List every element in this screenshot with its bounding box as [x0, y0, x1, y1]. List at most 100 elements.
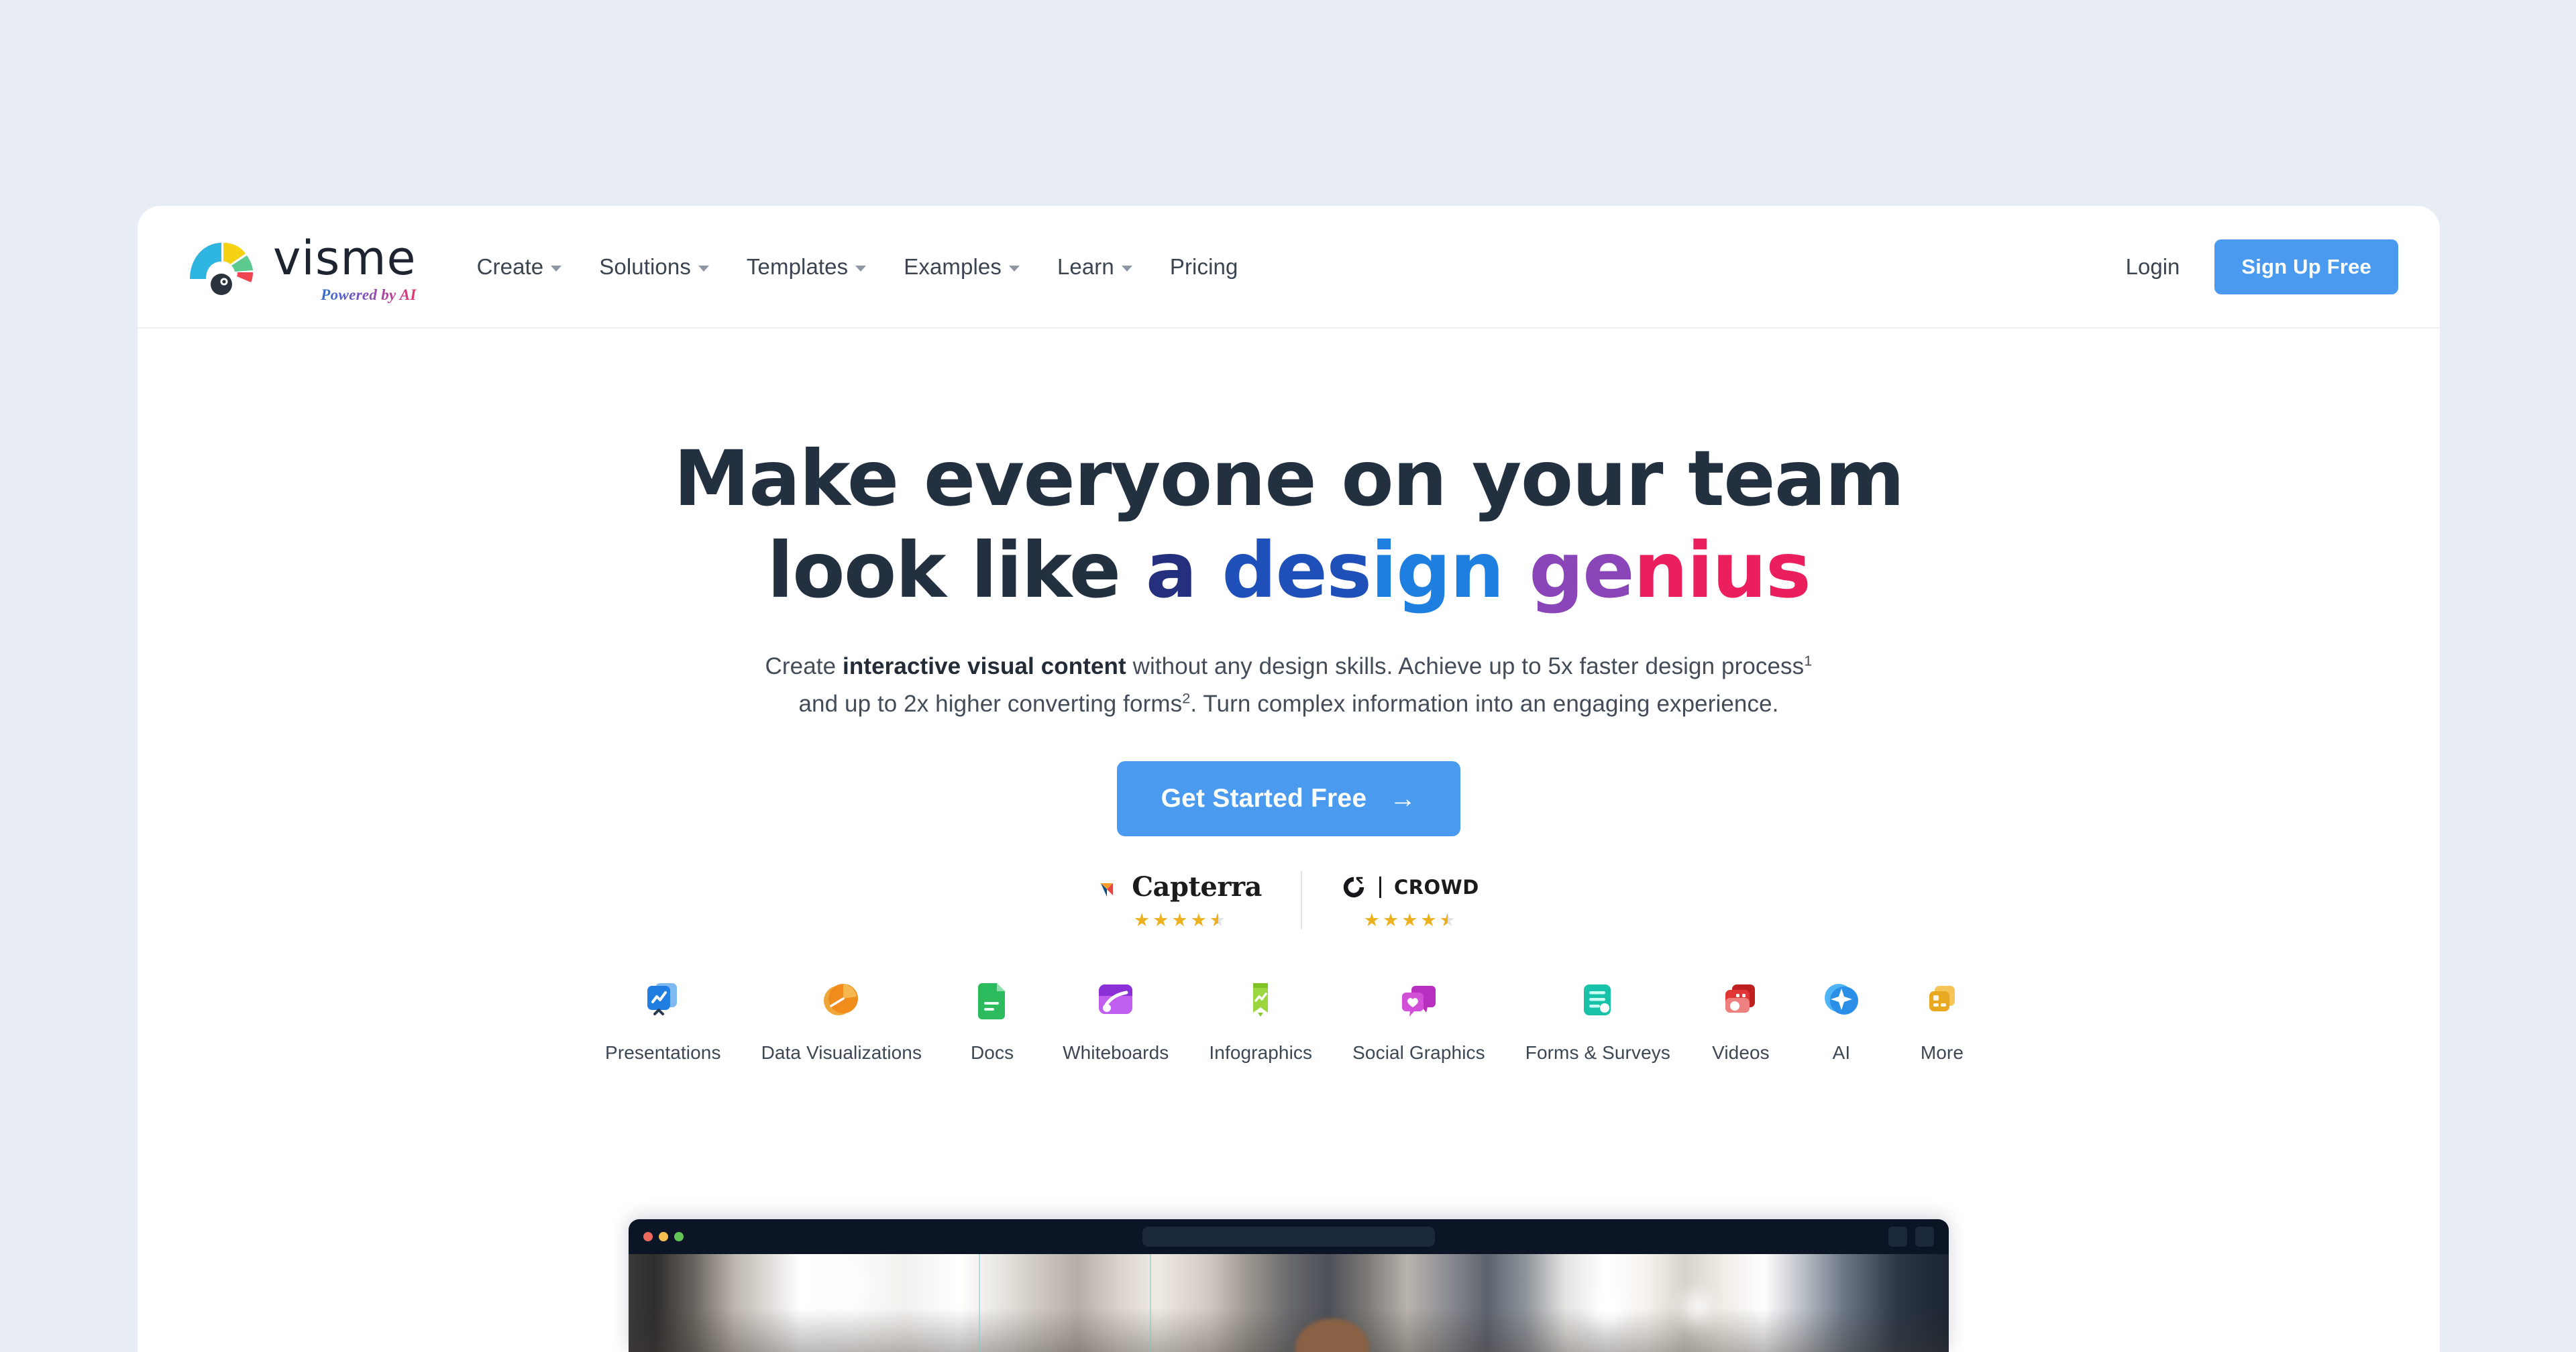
- subtitle-line2-post: . Turn complex information into an engag…: [1190, 691, 1779, 718]
- cta-container: Get Started Free →: [138, 760, 2440, 836]
- browser-viewport-image: [629, 1254, 1949, 1352]
- category-row: Presentations Data Visualizations Docs W…: [138, 978, 2440, 1064]
- whiteboards-icon: [1092, 978, 1139, 1025]
- chevron-down-icon: [1008, 266, 1020, 272]
- category-whiteboards[interactable]: Whiteboards: [1042, 978, 1189, 1064]
- login-link[interactable]: Login: [2126, 254, 2180, 280]
- nav-item-examples[interactable]: Examples: [885, 254, 1038, 280]
- category-label: More: [1920, 1041, 1964, 1063]
- category-label: Whiteboards: [1063, 1041, 1169, 1063]
- g2-crowd-wordmark: CROWD: [1393, 875, 1479, 899]
- get-started-free-button[interactable]: Get Started Free →: [1116, 760, 1461, 836]
- category-label: Forms & Surveys: [1525, 1041, 1670, 1063]
- review-badges: Capterra ★★★★★ CROWD ★★★★★: [138, 870, 2440, 930]
- nav-item-pricing[interactable]: Pricing: [1151, 254, 1257, 280]
- videos-icon: [1717, 978, 1764, 1025]
- chevron-down-icon: [551, 266, 562, 272]
- category-forms-surveys[interactable]: Forms & Surveys: [1505, 978, 1690, 1064]
- brand-logo[interactable]: visme Powered by AI: [186, 229, 417, 304]
- minimize-dot-icon[interactable]: [659, 1232, 668, 1241]
- cta-label: Get Started Free: [1161, 783, 1367, 813]
- visme-chameleon-logo-icon: [186, 235, 258, 296]
- headline-plain: look like: [767, 525, 1146, 615]
- logo-divider: [1379, 876, 1381, 898]
- presentations-icon: [639, 978, 686, 1025]
- half-star-icon: ★: [1440, 911, 1456, 929]
- main-navigation: Create Solutions Templates Examples Lear…: [458, 254, 1257, 280]
- star-icon: ★: [1363, 909, 1381, 930]
- traffic-lights: [643, 1232, 684, 1241]
- browser-mockup: [629, 1219, 1949, 1352]
- browser-url-input[interactable]: [1142, 1227, 1435, 1247]
- badge-g2-crowd[interactable]: CROWD ★ ★ ★ ★ ★: [1300, 870, 1518, 930]
- chevron-down-icon: [698, 266, 709, 272]
- chevron-down-icon: [1121, 266, 1132, 272]
- site-header: visme Powered by AI Create Solutions Tem…: [138, 206, 2440, 329]
- star-icon: ★: [1190, 909, 1208, 930]
- category-ai[interactable]: AI: [1791, 978, 1892, 1064]
- badge-capterra[interactable]: Capterra ★ ★ ★ ★ ★: [1059, 871, 1301, 929]
- nav-item-templates[interactable]: Templates: [728, 254, 885, 280]
- more-icon: [1919, 978, 1966, 1025]
- browser-window-buttons: [1888, 1227, 1934, 1247]
- headline-line-1: Make everyone on your team: [674, 434, 1904, 523]
- subtitle-post: without any design skills. Achieve up to…: [1126, 653, 1805, 679]
- nav-label: Examples: [904, 253, 1002, 279]
- category-infographics[interactable]: Infographics: [1189, 978, 1332, 1064]
- subtitle-line2-pre: and up to 2x higher converting forms: [798, 691, 1183, 718]
- category-label: Social Graphics: [1352, 1041, 1485, 1063]
- star-icon: ★: [1152, 909, 1170, 930]
- subtitle-pre: Create: [765, 653, 843, 679]
- category-label: Docs: [970, 1041, 1014, 1063]
- headline-line-2: look like a design genius: [138, 525, 2440, 617]
- g2-crowd-logo: CROWD: [1341, 871, 1479, 903]
- browser-button-2[interactable]: [1915, 1227, 1934, 1247]
- category-more[interactable]: More: [1892, 978, 1992, 1064]
- hero-subtitle: Create interactive visual content withou…: [138, 648, 2440, 724]
- capterra-wordmark: Capterra: [1132, 871, 1262, 903]
- star-icon: ★: [1420, 909, 1438, 930]
- category-social-graphics[interactable]: Social Graphics: [1332, 978, 1505, 1064]
- headline-ign: ign: [1371, 525, 1529, 615]
- brand-tagline: Powered by AI: [273, 286, 417, 304]
- header-actions: Login Sign Up Free: [2126, 239, 2398, 294]
- signup-free-button[interactable]: Sign Up Free: [2214, 239, 2398, 294]
- star-icon: ★: [1134, 909, 1151, 930]
- nav-item-create[interactable]: Create: [458, 254, 581, 280]
- capterra-logo-icon: [1101, 883, 1114, 897]
- nav-label: Solutions: [599, 253, 691, 279]
- headline-ge: ge: [1529, 525, 1634, 615]
- half-star-icon: ★: [1210, 911, 1226, 929]
- category-label: Data Visualizations: [761, 1041, 922, 1063]
- browser-chrome-bar: [629, 1219, 1949, 1254]
- category-label: Videos: [1712, 1041, 1770, 1063]
- capterra-star-rating: ★ ★ ★ ★ ★: [1134, 911, 1226, 929]
- data-visualizations-icon: [818, 978, 865, 1025]
- hero-section: Make everyone on your team look like a d…: [138, 329, 2440, 1064]
- star-icon: ★: [1171, 909, 1189, 930]
- maximize-dot-icon[interactable]: [674, 1232, 684, 1241]
- star-icon: ★: [1401, 909, 1419, 930]
- category-docs[interactable]: Docs: [942, 978, 1042, 1064]
- nav-label: Templates: [746, 253, 849, 279]
- social-graphics-icon: [1395, 978, 1442, 1025]
- footnote-marker-1: 1: [1804, 651, 1813, 669]
- nav-item-learn[interactable]: Learn: [1038, 254, 1151, 280]
- headline-des: des: [1222, 525, 1372, 615]
- g2-crowd-logo-icon: [1343, 877, 1364, 898]
- category-videos[interactable]: Videos: [1690, 978, 1791, 1064]
- headline-nius: nius: [1633, 525, 1811, 615]
- infographics-icon: [1237, 978, 1284, 1025]
- category-data-visualizations[interactable]: Data Visualizations: [741, 978, 943, 1064]
- nav-label: Create: [476, 253, 544, 279]
- star-icon: ★: [1383, 909, 1400, 930]
- person-silhouette: [1295, 1318, 1369, 1352]
- category-presentations[interactable]: Presentations: [585, 978, 741, 1064]
- capterra-logo: Capterra: [1098, 871, 1262, 903]
- nav-item-solutions[interactable]: Solutions: [580, 254, 728, 280]
- browser-button-1[interactable]: [1888, 1227, 1907, 1247]
- docs-icon: [969, 978, 1016, 1025]
- headline-a: a: [1145, 525, 1222, 615]
- brand-wordmark: visme: [273, 231, 417, 286]
- close-dot-icon[interactable]: [643, 1232, 653, 1241]
